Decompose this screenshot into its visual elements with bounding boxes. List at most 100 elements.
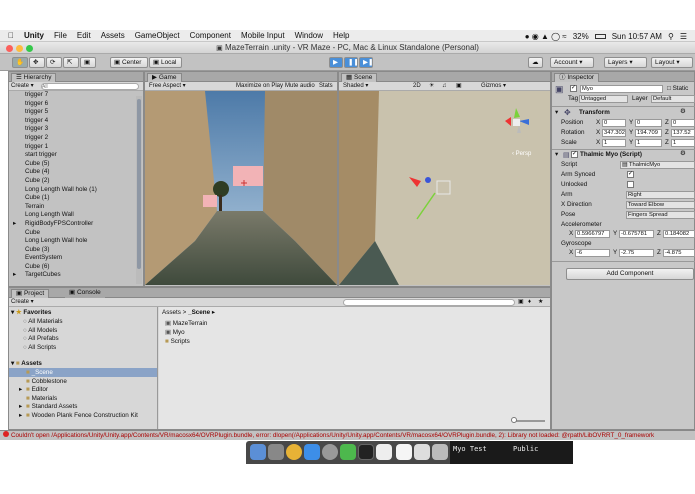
cloud-icon[interactable]: ☁ — [528, 57, 543, 68]
hierarchy-item[interactable]: Long Length Wall — [9, 211, 143, 220]
tab-game[interactable]: ▶ Game — [147, 73, 182, 82]
move-tool-icon[interactable]: ✥ — [29, 57, 45, 68]
rotation-x-field[interactable]: 347.302 — [602, 129, 626, 137]
hierarchy-item[interactable]: trigger 3 — [9, 125, 143, 134]
asset-folder-item[interactable]: ▸ ■ Standard Assets — [19, 403, 138, 412]
pause-icon[interactable]: ❚❚ — [344, 57, 358, 68]
file-item[interactable]: ■ Scripts — [165, 337, 207, 346]
gizmos-dropdown[interactable]: Gizmos ▾ — [481, 82, 506, 91]
menu-component[interactable]: Component — [190, 31, 231, 40]
layers-dropdown[interactable]: Layers ▾ — [604, 57, 647, 68]
rotation-z-field[interactable]: 137.52 — [671, 129, 695, 137]
favorite-star-icon[interactable]: ★ — [538, 298, 543, 307]
minimize-window-icon[interactable] — [16, 45, 23, 52]
hierarchy-item[interactable]: start trigger — [9, 151, 143, 160]
chrome-icon[interactable] — [286, 444, 302, 460]
favorite-item[interactable]: ○ All Scripts — [23, 344, 63, 353]
stats-toggle[interactable]: Stats — [319, 82, 333, 91]
gyro-y-field[interactable]: -2.75 — [619, 249, 654, 257]
battery-percent[interactable]: 32% — [573, 32, 589, 41]
expand-arrow-icon[interactable]: ▸ — [13, 220, 16, 229]
rect-tool-icon[interactable]: ▣ — [80, 57, 96, 68]
scene-z-axis-handle[interactable] — [425, 177, 431, 183]
hierarchy-item[interactable]: trigger 4 — [9, 117, 143, 126]
hierarchy-item[interactable]: Cube (1) — [9, 194, 143, 203]
gyro-z-field[interactable]: -4.875 — [663, 249, 695, 257]
shading-dropdown[interactable]: Shaded ▾ — [343, 82, 368, 91]
hierarchy-item[interactable]: trigger 7 — [9, 91, 143, 100]
project-create-button[interactable]: Create ▾ — [11, 298, 34, 307]
asset-folder-item[interactable]: ▸ ■ Wooden Plank Fence Construction Kit — [19, 412, 138, 421]
system-preferences-icon[interactable] — [322, 444, 338, 460]
menu-window[interactable]: Window — [295, 31, 323, 40]
pivot-local-button[interactable]: ▣ Local — [149, 57, 182, 68]
hierarchy-item[interactable]: Long Length Wall hole — [9, 237, 143, 246]
asset-folder-item[interactable]: ▸ ■ Editor — [19, 386, 138, 395]
hierarchy-item[interactable]: Cube (2) — [9, 177, 143, 186]
pivot-center-button[interactable]: ▣ Center — [110, 57, 148, 68]
file-item[interactable]: ▣ Myo — [165, 328, 207, 337]
tag-dropdown[interactable]: Untagged — [579, 95, 628, 103]
transform-title[interactable]: Transform — [579, 109, 610, 116]
scale-z-field[interactable]: 1 — [671, 139, 695, 147]
breadcrumb-assets[interactable]: Assets — [162, 309, 181, 316]
unlocked-checkbox[interactable] — [627, 181, 634, 188]
scene-fx-icon[interactable]: ▣ — [456, 82, 462, 91]
account-dropdown[interactable]: Account ▾ — [550, 57, 594, 68]
script-field[interactable]: ▤ ThalmicMyo — [620, 161, 695, 169]
hierarchy-item[interactable]: Cube (5) — [9, 160, 143, 169]
active-checkbox[interactable]: ✓ — [570, 85, 577, 92]
file-item[interactable]: ▣ MazeTerrain — [165, 319, 207, 328]
position-x-field[interactable]: 0 — [602, 119, 626, 127]
pose-dropdown[interactable]: Fingers Spread — [626, 211, 695, 219]
hierarchy-scroll-thumb[interactable] — [137, 99, 141, 269]
x-direction-dropdown[interactable]: Toward Elbow — [626, 201, 695, 209]
game-viewport[interactable] — [145, 91, 337, 285]
arm-synced-checkbox[interactable]: ✓ — [627, 171, 634, 178]
gyro-x-field[interactable]: -6 — [575, 249, 610, 257]
scene-audio-icon[interactable]: ♫ — [442, 82, 447, 91]
hierarchy-item[interactable]: EventSystem — [9, 254, 143, 263]
clock[interactable]: Sun 10:57 AM — [612, 32, 662, 41]
preview-icon[interactable] — [414, 444, 430, 460]
search-icon[interactable]: ⚲ — [668, 32, 674, 41]
persp-label[interactable]: ‹ Persp — [512, 151, 532, 157]
hierarchy-item[interactable]: Cube (3) — [9, 246, 143, 255]
accel-y-field[interactable]: -0.675781 — [619, 230, 654, 238]
tab-console[interactable]: ▣ Console — [65, 289, 105, 298]
object-name-field[interactable]: Myo — [580, 85, 663, 93]
myo-component-title[interactable]: Thalmic Myo (Script) — [580, 151, 642, 158]
mode-2d-toggle[interactable]: 2D — [413, 82, 421, 91]
asset-folder-item[interactable]: ■ Materials — [19, 395, 138, 404]
static-toggle[interactable]: □ Static — [667, 85, 688, 92]
hierarchy-item[interactable]: Cube (4) — [9, 168, 143, 177]
asset-folder-item[interactable]: ■ Cobblestone — [19, 378, 138, 387]
hand-tool-icon[interactable]: ✋ — [12, 57, 28, 68]
favorite-item[interactable]: ○ All Prefabs — [23, 335, 63, 344]
myo-settings-icon[interactable]: ⚙ — [680, 150, 686, 157]
tab-hierarchy[interactable]: ☰ Hierarchy — [11, 73, 57, 82]
icon-size-slider[interactable] — [511, 417, 545, 423]
menu-app-name[interactable]: Unity — [24, 31, 44, 40]
hierarchy-search-input[interactable] — [41, 83, 139, 90]
status-icons[interactable]: ● ◉ ▲ ◯ ≈ — [525, 32, 567, 41]
transform-settings-icon[interactable]: ⚙ — [680, 108, 686, 115]
hierarchy-item[interactable]: trigger 2 — [9, 134, 143, 143]
dock-window-preview[interactable]: Myo Test Public — [450, 441, 573, 464]
menu-assets[interactable]: Assets — [101, 31, 125, 40]
arm-dropdown[interactable]: Right — [626, 191, 695, 199]
terminal-icon[interactable] — [358, 444, 374, 460]
expand-arrow-icon[interactable]: ▸ — [19, 412, 26, 421]
favorite-item[interactable]: ○ All Models — [23, 327, 63, 336]
scale-tool-icon[interactable]: ⇱ — [63, 57, 79, 68]
layout-dropdown[interactable]: Layout ▾ — [651, 57, 693, 68]
scale-y-field[interactable]: 1 — [635, 139, 662, 147]
scale-x-field[interactable]: 1 — [602, 139, 626, 147]
play-icon[interactable]: ▶ — [329, 57, 343, 68]
hierarchy-item[interactable]: Long Length Wall hole (1) — [9, 186, 143, 195]
hierarchy-scrollbar[interactable] — [136, 96, 142, 284]
hierarchy-item[interactable]: trigger 6 — [9, 100, 143, 109]
add-component-button[interactable]: Add Component — [566, 268, 694, 280]
hierarchy-item[interactable]: trigger 5 — [9, 108, 143, 117]
project-search-input[interactable] — [343, 299, 515, 306]
